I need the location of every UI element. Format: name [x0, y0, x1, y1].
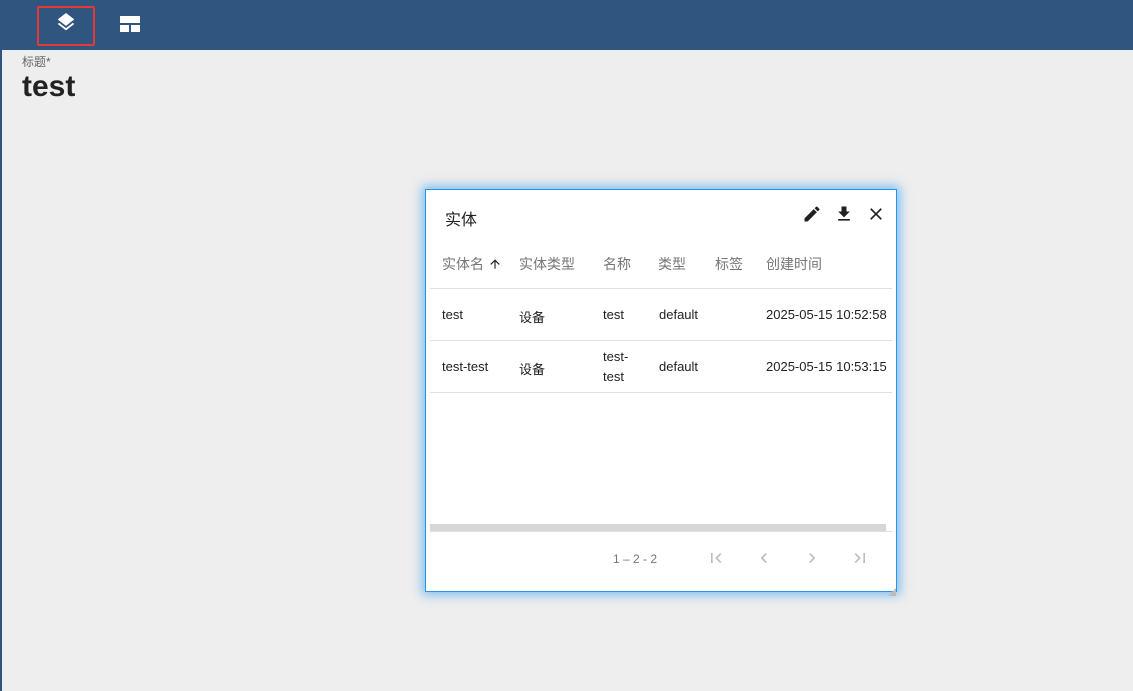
dialog-actions — [800, 204, 888, 228]
top-toolbar — [0, 0, 1133, 50]
close-button[interactable] — [864, 204, 888, 228]
next-page-button[interactable] — [800, 548, 824, 572]
cell-entity-type: 设备 — [519, 310, 546, 325]
chevron-right-icon — [802, 548, 822, 573]
table-layout-icon — [119, 15, 141, 38]
previous-page-button[interactable] — [752, 548, 776, 572]
cell-name: test- — [603, 349, 629, 364]
paginator: 1 – 2 - 2 — [426, 542, 896, 578]
edit-icon — [802, 204, 822, 229]
title-field-value[interactable]: test — [22, 70, 75, 104]
table-row[interactable]: test 设备 test default 2025-05-15 10:52:58 — [430, 289, 892, 341]
title-field-label: 标题* — [22, 55, 51, 69]
first-page-button[interactable] — [704, 548, 728, 572]
cell-entity-name: test-test — [442, 359, 489, 374]
header-label[interactable]: 标签 — [715, 254, 743, 274]
cell-created-time: 2025-05-15 10:52:58 — [766, 307, 887, 322]
arrow-up-icon — [488, 257, 502, 271]
cell-name-line2: test — [603, 369, 624, 384]
entity-dialog: 实体 实体名 实体类型 名称 类型 标签 创建时间 test 设备 test d… — [425, 189, 897, 596]
last-page-icon — [850, 548, 870, 573]
entity-table: 实体名 实体类型 名称 类型 标签 创建时间 test 设备 test defa… — [430, 236, 892, 526]
header-type[interactable]: 类型 — [658, 254, 686, 274]
divider — [430, 531, 892, 532]
cell-created-time: 2025-05-15 10:53:15 — [766, 359, 887, 374]
first-page-icon — [706, 548, 726, 573]
last-page-button[interactable] — [848, 548, 872, 572]
page: 标题* test 实体 实体名 实体类型 名称 类型 标签 创建时间 test … — [0, 0, 1133, 691]
download-button[interactable] — [832, 204, 856, 228]
download-icon — [834, 204, 854, 229]
cell-type: default — [659, 307, 699, 322]
cell-name: test — [603, 307, 624, 322]
table-row[interactable]: test-test 设备 test- test default 2025-05-… — [430, 341, 892, 393]
cell-type: default — [659, 359, 699, 374]
edit-button[interactable] — [800, 204, 824, 228]
cell-entity-name: test — [442, 307, 463, 322]
header-entity-type[interactable]: 实体类型 — [519, 254, 575, 274]
header-created-time[interactable]: 创建时间 — [766, 254, 822, 274]
layout-button[interactable] — [100, 5, 160, 47]
chevron-left-icon — [754, 548, 774, 573]
resize-handle-icon[interactable] — [888, 583, 896, 596]
dialog-title: 实体 — [445, 212, 478, 229]
page-range-label: 1 – 2 - 2 — [613, 552, 658, 566]
close-icon — [866, 204, 886, 229]
table-header: 实体名 实体类型 名称 类型 标签 创建时间 — [430, 236, 892, 289]
layers-icon — [55, 12, 77, 40]
horizontal-scrollbar[interactable] — [430, 524, 886, 531]
left-border — [0, 0, 2, 691]
cell-entity-type: 设备 — [519, 362, 546, 377]
header-entity-name[interactable]: 实体名 — [442, 254, 502, 274]
header-name[interactable]: 名称 — [603, 254, 631, 274]
layers-button[interactable] — [37, 6, 95, 46]
